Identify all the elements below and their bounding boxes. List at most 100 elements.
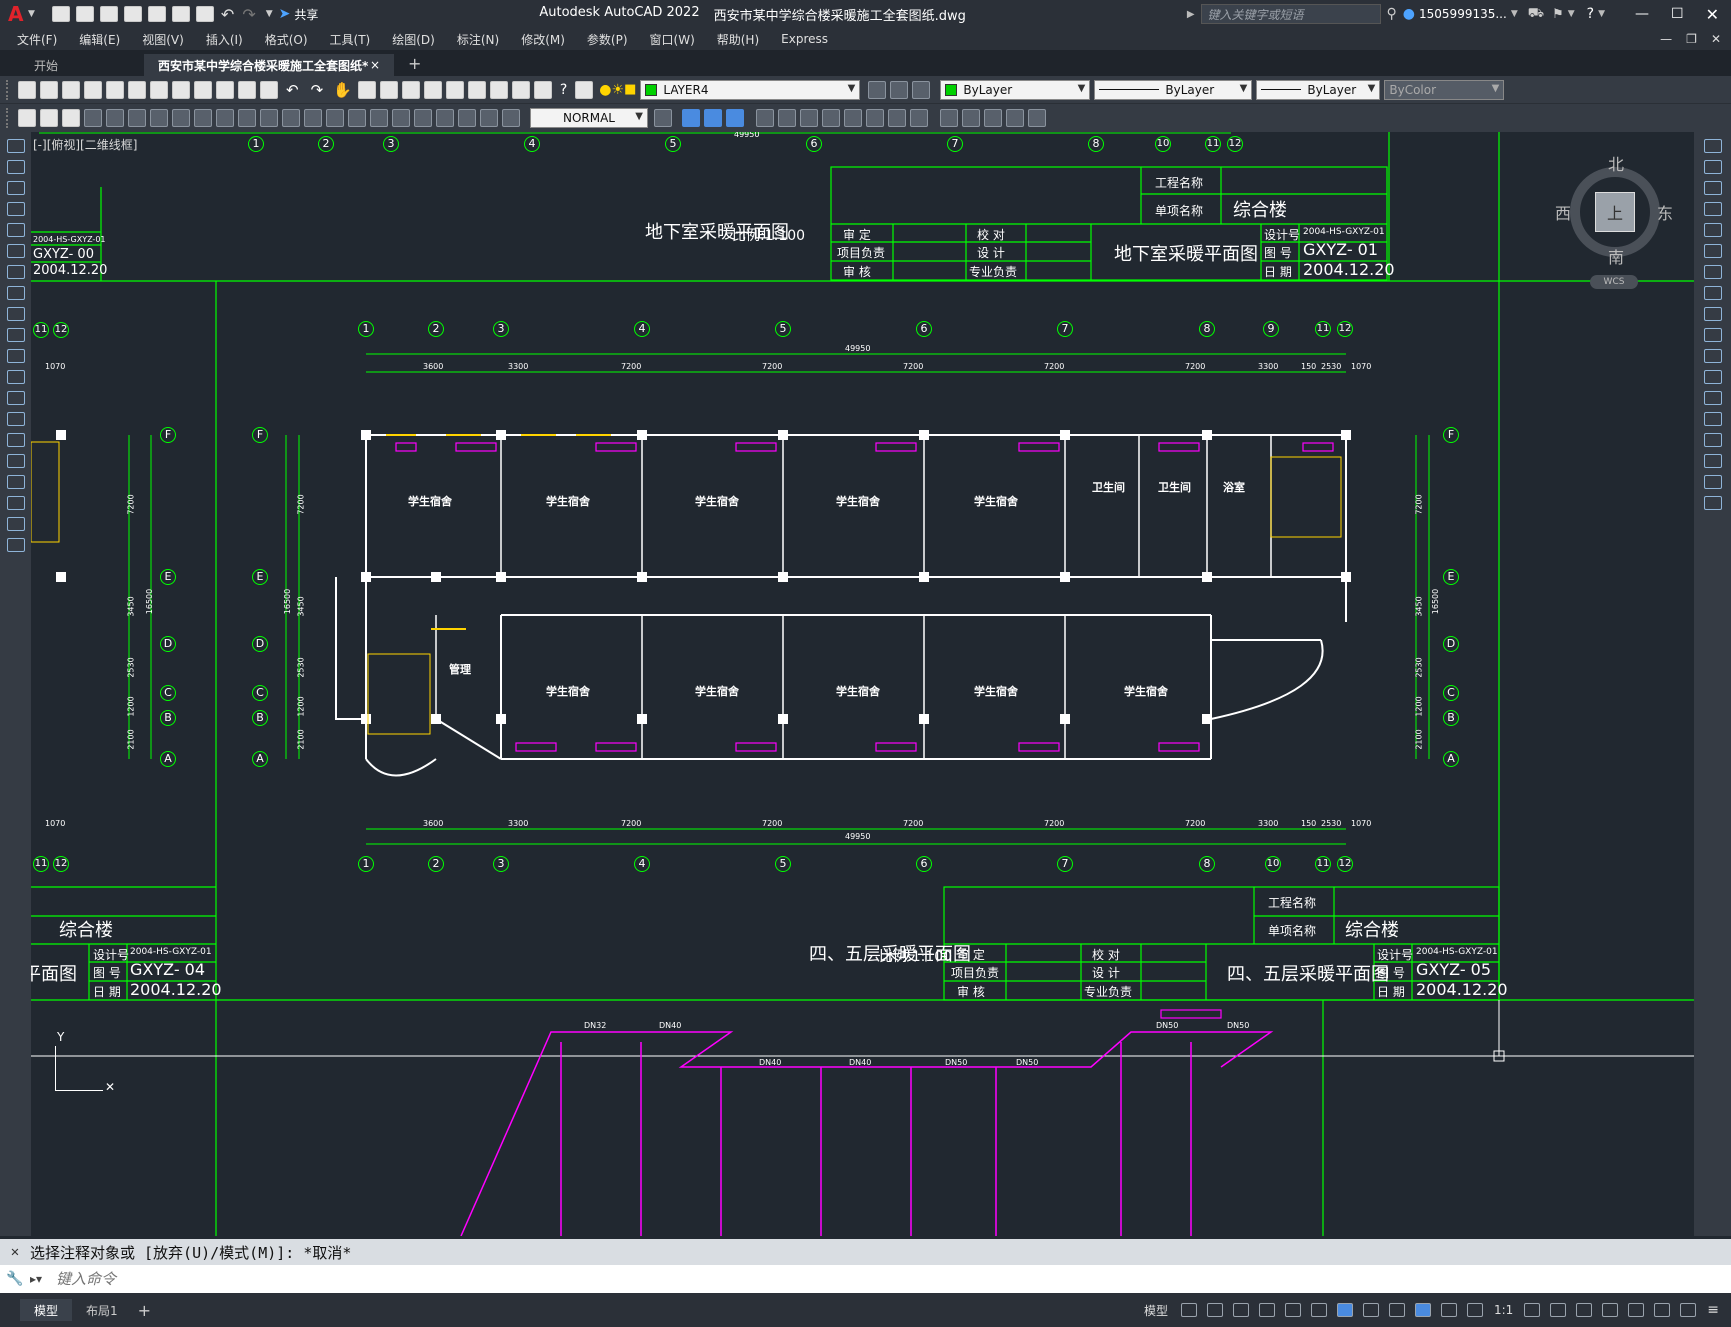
copy-object-icon[interactable] bbox=[1703, 160, 1722, 174]
fillet-icon[interactable] bbox=[1703, 454, 1722, 468]
workspace-gear-icon[interactable] bbox=[1524, 1303, 1541, 1317]
dim-update-icon[interactable] bbox=[62, 109, 80, 127]
ellipse-icon[interactable] bbox=[6, 328, 25, 342]
rectangle-icon[interactable] bbox=[6, 223, 25, 237]
app-menu-chevron-icon[interactable]: ▼ bbox=[28, 9, 35, 19]
chamfer-icon[interactable] bbox=[1703, 433, 1722, 447]
add-layout-button[interactable]: + bbox=[138, 1301, 151, 1320]
draworder-front-icon[interactable] bbox=[682, 109, 700, 127]
dim-jogged-icon[interactable] bbox=[194, 109, 212, 127]
menu-parametric[interactable]: 参数(P) bbox=[576, 31, 639, 48]
menu-insert[interactable]: 插入(I) bbox=[195, 31, 254, 48]
hardware-acceleration-icon[interactable] bbox=[1628, 1303, 1645, 1317]
layer-state-icon[interactable] bbox=[912, 80, 931, 99]
array-icon[interactable] bbox=[1703, 223, 1722, 237]
zoom-previous-icon[interactable] bbox=[401, 80, 420, 99]
menu-dimension[interactable]: 标注(N) bbox=[446, 31, 510, 48]
line-icon[interactable] bbox=[6, 139, 25, 153]
maximize-icon[interactable]: ☐ bbox=[1671, 6, 1684, 22]
menu-file[interactable]: 文件(F) bbox=[6, 31, 68, 48]
layer-dropdown[interactable]: LAYER4 ▼ bbox=[640, 79, 861, 100]
search-input[interactable]: 键入关键字或短语 bbox=[1200, 4, 1381, 24]
qsave-icon[interactable] bbox=[62, 80, 80, 99]
command-close-icon[interactable]: ✕ bbox=[0, 1244, 30, 1260]
quick-properties-icon[interactable] bbox=[1602, 1303, 1619, 1317]
wcs-menu[interactable]: WCS bbox=[1590, 275, 1638, 289]
polygon-icon[interactable] bbox=[6, 202, 25, 216]
search-icon[interactable]: ⚲ bbox=[1387, 6, 1397, 22]
text-style-dropdown[interactable]: NORMAL ▼ bbox=[530, 108, 648, 128]
pan-icon[interactable]: ✋ bbox=[333, 81, 352, 99]
dim-radius-icon[interactable] bbox=[172, 109, 190, 127]
menu-format[interactable]: 格式(O) bbox=[254, 31, 319, 48]
arc-icon[interactable] bbox=[6, 244, 25, 258]
open-icon[interactable] bbox=[40, 80, 58, 99]
open-web-icon[interactable] bbox=[147, 6, 166, 22]
annotation-scale-value[interactable]: 1:1 bbox=[1494, 1303, 1513, 1317]
dim-aligned-icon[interactable] bbox=[106, 109, 124, 127]
color-dropdown[interactable]: ByLayer ▼ bbox=[940, 79, 1091, 100]
command-settings-icon[interactable]: 🔧 bbox=[0, 1271, 30, 1287]
lineweight-dropdown[interactable]: ByLayer ▼ bbox=[1256, 79, 1381, 100]
add-selected-icon[interactable] bbox=[6, 538, 25, 552]
gradient-icon[interactable] bbox=[6, 454, 25, 468]
layer-lock-icon[interactable]: ■ bbox=[624, 82, 636, 97]
menu-view[interactable]: 视图(V) bbox=[131, 31, 195, 48]
units-icon[interactable] bbox=[1576, 1303, 1593, 1317]
viewcube-face[interactable]: 上 bbox=[1595, 192, 1635, 232]
redo-icon[interactable]: ↷ bbox=[242, 5, 255, 24]
tab-start[interactable]: 开始 bbox=[20, 54, 144, 76]
quick-dim-icon[interactable] bbox=[18, 109, 36, 127]
doc-restore-icon[interactable]: ❐ bbox=[1686, 32, 1697, 46]
dim-baseline-icon[interactable] bbox=[282, 109, 300, 127]
menu-modify[interactable]: 修改(M) bbox=[510, 31, 576, 48]
save-as-icon[interactable] bbox=[123, 6, 142, 22]
viewcube-east[interactable]: 东 bbox=[1657, 200, 1673, 224]
design-center-icon[interactable] bbox=[445, 80, 464, 99]
polar-icon[interactable] bbox=[1258, 1303, 1275, 1317]
qdim-icon[interactable] bbox=[260, 109, 278, 127]
isolate-objects-icon[interactable] bbox=[1654, 1303, 1671, 1317]
calculator-icon[interactable] bbox=[533, 80, 552, 99]
viewport-label[interactable]: [-][俯视][二维线框] bbox=[33, 136, 137, 153]
underlay-icon[interactable] bbox=[1006, 109, 1024, 127]
user-chevron-icon[interactable]: ▼ bbox=[1511, 9, 1518, 19]
customize-status-icon[interactable]: ≡ bbox=[1707, 1302, 1719, 1318]
clean-screen-icon[interactable] bbox=[1680, 1303, 1697, 1317]
dim-arc-icon[interactable] bbox=[128, 109, 146, 127]
layout-tab-model[interactable]: 模型 bbox=[20, 1299, 73, 1321]
ungroup-icon[interactable] bbox=[778, 109, 796, 127]
publish-icon[interactable] bbox=[128, 80, 146, 99]
offset-icon[interactable] bbox=[1703, 202, 1722, 216]
refedit-icon[interactable] bbox=[844, 109, 862, 127]
scale-icon[interactable] bbox=[1703, 286, 1722, 300]
mirror-icon[interactable] bbox=[1703, 181, 1722, 195]
ortho-icon[interactable] bbox=[1232, 1303, 1249, 1317]
dim-linear-icon[interactable] bbox=[84, 109, 102, 127]
break-icon[interactable] bbox=[1703, 391, 1722, 405]
layer-previous-icon[interactable] bbox=[890, 80, 909, 99]
isodraft-icon[interactable] bbox=[1284, 1303, 1301, 1317]
center-mark-icon[interactable] bbox=[392, 109, 410, 127]
print-icon[interactable] bbox=[84, 80, 102, 99]
dim-angular-icon[interactable] bbox=[238, 109, 256, 127]
open-file-icon[interactable] bbox=[75, 6, 94, 22]
blend-icon[interactable] bbox=[1703, 475, 1722, 489]
group-icon[interactable] bbox=[756, 109, 774, 127]
tab-close-icon[interactable]: × bbox=[370, 58, 380, 72]
dim-style-override-icon[interactable] bbox=[654, 109, 672, 127]
connect-chevron-icon[interactable]: ▼ bbox=[1568, 9, 1575, 19]
insert-block-icon[interactable] bbox=[6, 370, 25, 384]
make-current-icon[interactable] bbox=[868, 80, 887, 99]
adjust-icon[interactable] bbox=[962, 109, 980, 127]
xline-icon[interactable] bbox=[6, 160, 25, 174]
auto-scale-icon[interactable] bbox=[1440, 1303, 1457, 1317]
annotation-monitor-icon[interactable] bbox=[1550, 1303, 1567, 1317]
stretch-icon[interactable] bbox=[1703, 307, 1722, 321]
dim-continue-icon[interactable] bbox=[304, 109, 322, 127]
linetype-dropdown[interactable]: ByLayer ▼ bbox=[1094, 79, 1253, 100]
group-select-icon[interactable] bbox=[822, 109, 840, 127]
draworder-above-icon[interactable] bbox=[726, 109, 744, 127]
close-icon[interactable]: ✕ bbox=[1706, 5, 1719, 24]
doc-close-icon[interactable]: ✕ bbox=[1711, 32, 1721, 46]
